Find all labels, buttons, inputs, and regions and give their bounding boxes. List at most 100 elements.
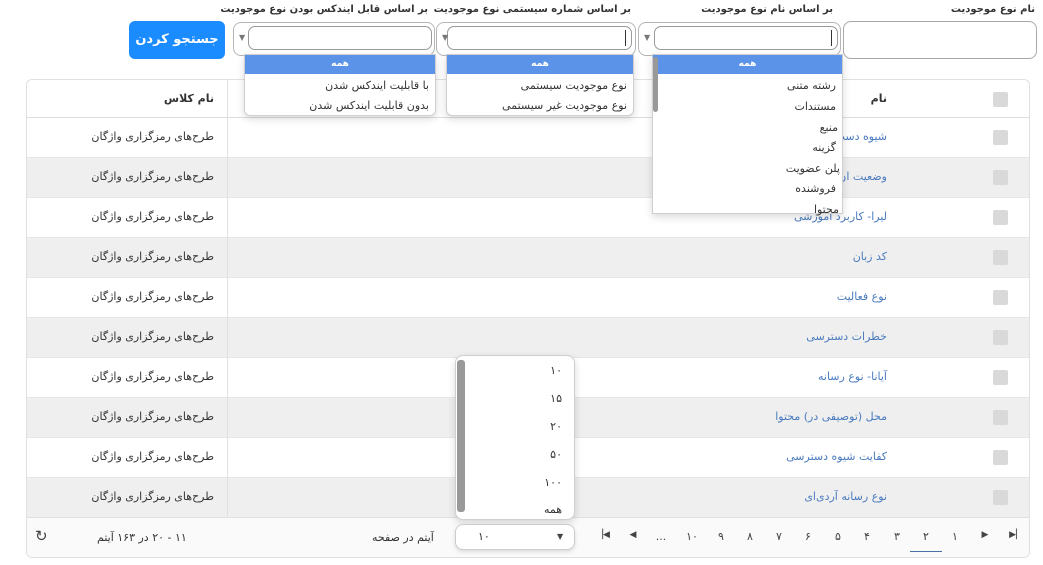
dropdown-scrollbar[interactable] bbox=[457, 360, 465, 512]
system-number-dropdown: همه نوع موجودیت سیستمی نوع موجودیت غیر س… bbox=[446, 54, 634, 116]
row-checkbox[interactable] bbox=[993, 370, 1008, 385]
chevron-down-icon[interactable]: ▼ bbox=[557, 532, 563, 541]
table-row[interactable]: خطرات دسترسی طرح‌های رمزگزاری واژگان bbox=[27, 318, 1029, 358]
system-number-combo-input[interactable] bbox=[447, 26, 632, 50]
system-number-combo[interactable]: ▼ bbox=[436, 22, 636, 56]
column-header-class[interactable]: نام کلاس bbox=[164, 92, 214, 105]
row-class: طرح‌های رمزگزاری واژگان bbox=[91, 170, 214, 183]
page-9[interactable]: ۹ bbox=[711, 530, 731, 543]
table-row[interactable]: لیرا- کاربرد آموزشی طرح‌های رمزگزاری واژ… bbox=[27, 198, 1029, 238]
items-per-page-label: آیتم در صفحه bbox=[372, 531, 434, 544]
dropdown-option[interactable]: نوع موجودیت غیر سیستمی bbox=[502, 99, 627, 112]
table-row[interactable]: نوع فعالیت طرح‌های رمزگزاری واژگان bbox=[27, 278, 1029, 318]
row-name-link[interactable]: آیانا- نوع رسانه bbox=[818, 370, 887, 383]
column-divider bbox=[227, 158, 228, 198]
row-class: طرح‌های رمزگزاری واژگان bbox=[91, 210, 214, 223]
next-page-icon[interactable]: ▶ bbox=[975, 530, 995, 540]
page-size-option[interactable]: ۱۰۰ bbox=[544, 476, 562, 489]
row-class: طرح‌های رمزگزاری واژگان bbox=[91, 290, 214, 303]
dropdown-option[interactable]: بدون قابلیت ایندکس شدن bbox=[309, 99, 429, 112]
row-checkbox[interactable] bbox=[993, 170, 1008, 185]
row-class: طرح‌های رمزگزاری واژگان bbox=[91, 410, 214, 423]
page-7[interactable]: ۷ bbox=[769, 530, 789, 543]
dropdown-option-selected[interactable]: همه bbox=[653, 55, 842, 74]
by-indexable-label: بر اساس قابل ایندکس بودن نوع موجودیت bbox=[220, 4, 428, 15]
page-8[interactable]: ۸ bbox=[740, 530, 760, 543]
chevron-down-icon[interactable]: ▼ bbox=[239, 33, 245, 42]
indexable-combo[interactable]: ▼ bbox=[233, 22, 435, 56]
dropdown-option[interactable]: با قابلیت ایندکس شدن bbox=[325, 79, 429, 92]
last-page-icon[interactable]: ▕◀ bbox=[593, 530, 613, 540]
row-name-link[interactable]: وضعیت ان bbox=[838, 170, 887, 183]
column-divider bbox=[227, 358, 228, 398]
page-size-option[interactable]: ۵۰ bbox=[550, 448, 562, 461]
page-10[interactable]: ۱۰ bbox=[682, 530, 702, 543]
table-row[interactable]: کد زبان طرح‌های رمزگزاری واژگان bbox=[27, 238, 1029, 278]
row-class: طرح‌های رمزگزاری واژگان bbox=[91, 450, 214, 463]
text-cursor bbox=[625, 30, 626, 46]
page-size-option[interactable]: همه bbox=[544, 503, 562, 516]
dropdown-option[interactable]: پلن عضویت bbox=[786, 162, 840, 175]
type-name-combo-input[interactable] bbox=[654, 26, 838, 50]
page-size-option[interactable]: ۱۰ bbox=[550, 364, 562, 377]
refresh-icon[interactable]: ↻ bbox=[35, 527, 48, 545]
row-checkbox[interactable] bbox=[993, 210, 1008, 225]
dropdown-option[interactable]: گزینه bbox=[812, 141, 836, 154]
page-4[interactable]: ۴ bbox=[857, 530, 877, 543]
row-checkbox[interactable] bbox=[993, 450, 1008, 465]
row-name-link[interactable]: خطرات دسترسی bbox=[806, 330, 887, 343]
prev-page-icon[interactable]: ◀ bbox=[623, 530, 643, 540]
table-row[interactable]: شیوه دست طرح‌های رمزگزاری واژگان bbox=[27, 118, 1029, 158]
row-checkbox[interactable] bbox=[993, 290, 1008, 305]
row-class: طرح‌های رمزگزاری واژگان bbox=[91, 490, 214, 503]
page-3[interactable]: ۳ bbox=[887, 530, 907, 543]
dropdown-option[interactable]: منبع bbox=[820, 121, 838, 134]
select-all-checkbox[interactable] bbox=[993, 92, 1008, 107]
row-checkbox[interactable] bbox=[993, 330, 1008, 345]
page-size-value: ۱۰ bbox=[478, 530, 490, 543]
page-size-option[interactable]: ۲۰ bbox=[550, 420, 562, 433]
type-name-label: نام نوع موجودیت bbox=[950, 4, 1035, 15]
row-checkbox[interactable] bbox=[993, 410, 1008, 425]
page-5[interactable]: ۵ bbox=[828, 530, 848, 543]
page-6[interactable]: ۶ bbox=[798, 530, 818, 543]
dropdown-option[interactable]: رشته متنی bbox=[787, 79, 836, 92]
row-name-link[interactable]: نوع فعالیت bbox=[837, 290, 887, 303]
row-name-link[interactable]: نوع رسانه آردی‌ای bbox=[804, 490, 887, 503]
page-size-select[interactable]: ۱۰ ▼ bbox=[455, 524, 575, 550]
row-checkbox[interactable] bbox=[993, 490, 1008, 505]
type-name-dropdown: همه رشته متنی مستندات منبع گزینه پلن عضو… bbox=[652, 54, 843, 216]
search-button[interactable]: جستجو کردن bbox=[129, 21, 225, 59]
row-name-link[interactable]: محل (توصیفی در) محتوا bbox=[775, 410, 887, 423]
page-size-option[interactable]: ۱۵ bbox=[550, 392, 562, 405]
dropdown-option[interactable]: مستندات bbox=[794, 100, 836, 113]
by-type-name-label: بر اساس نام نوع موجودیت bbox=[701, 4, 833, 15]
page-1[interactable]: ۱ bbox=[945, 530, 965, 543]
type-name-input[interactable] bbox=[843, 21, 1037, 59]
dropdown-option-selected[interactable]: همه bbox=[245, 55, 435, 74]
column-divider bbox=[227, 198, 228, 238]
column-divider bbox=[227, 318, 228, 358]
row-name-link[interactable]: کفایت شیوه دسترسی bbox=[786, 450, 887, 463]
column-header-name[interactable]: نام bbox=[871, 92, 887, 105]
page-2[interactable]: ۲ bbox=[910, 530, 942, 552]
table-row[interactable]: وضعیت ان طرح‌های رمزگزاری واژگان bbox=[27, 158, 1029, 198]
row-name-link[interactable]: کد زبان bbox=[853, 250, 887, 263]
dropdown-scrollbar[interactable] bbox=[653, 57, 658, 112]
first-page-icon[interactable]: ▶▏ bbox=[1006, 530, 1026, 540]
chevron-down-icon[interactable]: ▼ bbox=[644, 33, 650, 42]
range-info: ۱۱ - ۲۰ در ۱۶۳ آیتم bbox=[97, 531, 187, 544]
indexable-combo-input[interactable] bbox=[248, 26, 432, 50]
by-system-number-label: بر اساس شماره سیستمی نوع موجودیت bbox=[433, 4, 631, 15]
text-cursor bbox=[831, 30, 832, 46]
row-class: طرح‌های رمزگزاری واژگان bbox=[91, 370, 214, 383]
row-checkbox[interactable] bbox=[993, 250, 1008, 265]
dropdown-option-selected[interactable]: همه bbox=[447, 55, 633, 74]
dropdown-option[interactable]: نوع موجودیت سیستمی bbox=[521, 79, 627, 92]
chevron-down-icon[interactable]: ▼ bbox=[442, 33, 448, 42]
type-name-combo[interactable]: ▼ bbox=[638, 22, 841, 56]
dropdown-option[interactable]: فروشنده bbox=[795, 182, 836, 195]
more-pages[interactable]: ... bbox=[651, 530, 671, 543]
row-checkbox[interactable] bbox=[993, 130, 1008, 145]
dropdown-option[interactable]: محتوا bbox=[814, 203, 839, 216]
